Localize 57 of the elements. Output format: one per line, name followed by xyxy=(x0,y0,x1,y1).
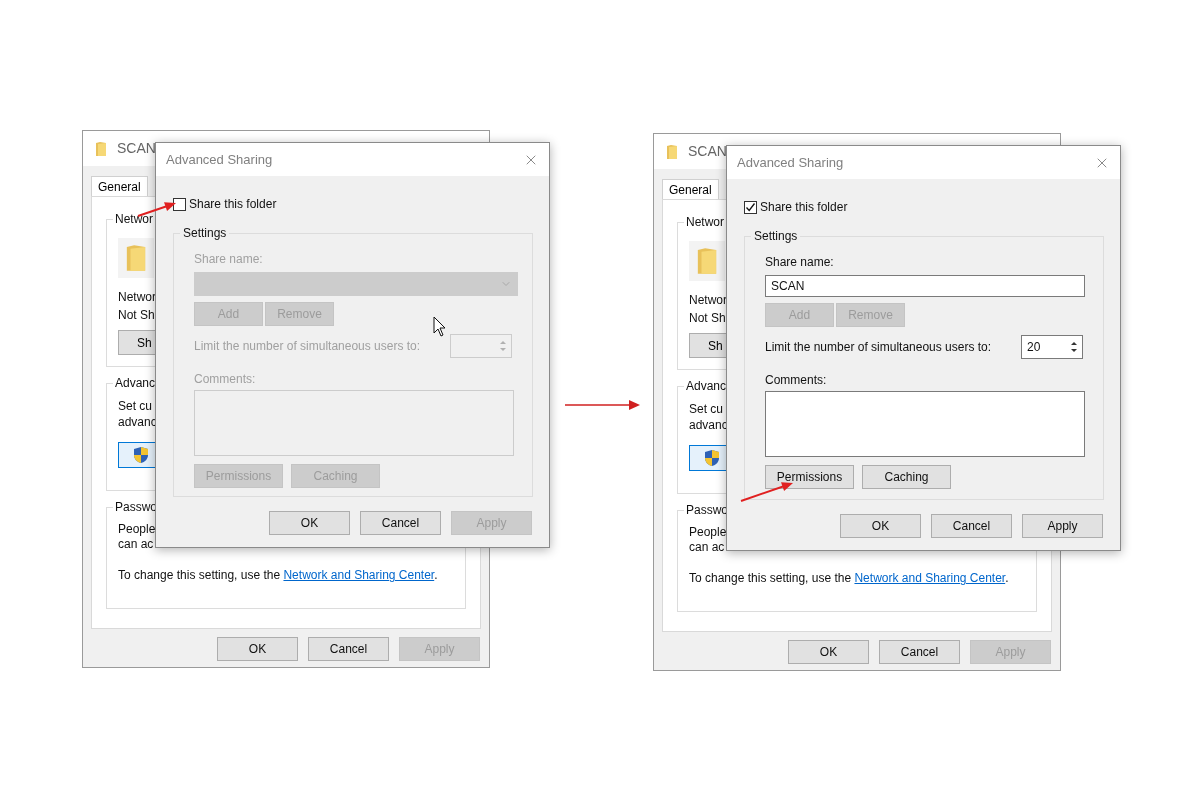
checkbox[interactable] xyxy=(173,197,186,211)
network-sharing-link[interactable]: Network and Sharing Center xyxy=(854,571,1006,585)
tab[interactable]: General xyxy=(662,179,719,199)
shield-icon xyxy=(133,446,149,464)
folder-icon xyxy=(95,140,107,157)
help-sentence: To change this setting, use the Network and Sharing Center. xyxy=(118,567,439,584)
share-name-field[interactable]: SCAN xyxy=(765,275,1085,297)
user-limit-spinner[interactable]: 20 xyxy=(1021,335,1083,359)
checkbox[interactable] xyxy=(744,200,757,214)
folder-icon xyxy=(696,246,718,276)
dialog-button[interactable]: OK xyxy=(840,514,921,538)
description-text: can ac xyxy=(689,540,725,555)
group-legend: Settings xyxy=(180,225,230,241)
network-sharing-link[interactable]: Network and Sharing Center xyxy=(283,568,435,582)
mouse-cursor-icon xyxy=(433,316,447,338)
tab[interactable]: General xyxy=(91,176,148,196)
dialog-button[interactable]: Cancel xyxy=(879,640,960,664)
share-folder-checkbox[interactable]: Share this folder xyxy=(173,195,277,213)
dialog-title: Advanced Sharing xyxy=(166,150,273,169)
comments-label: Comments: xyxy=(194,371,257,388)
folder-icon xyxy=(666,143,678,160)
dialog-title: Advanced Sharing xyxy=(737,153,844,172)
status-text: Networ xyxy=(118,289,156,306)
window-title: SCAN xyxy=(688,142,727,161)
share-name-label: Share name: xyxy=(765,254,835,271)
dialog-button[interactable]: Cancel xyxy=(360,511,441,535)
settings-button[interactable]: Permissions xyxy=(765,465,854,489)
share-folder-checkbox[interactable]: Share this folder xyxy=(744,198,848,216)
description-text: can ac xyxy=(118,537,154,552)
description-text: advanc xyxy=(689,417,728,433)
status-text: Not Sh xyxy=(689,310,726,327)
dialog-button[interactable]: Apply xyxy=(1022,514,1103,538)
limit-label: Limit the number of simultaneous users to: xyxy=(194,338,421,355)
settings-button[interactable]: Caching xyxy=(862,465,951,489)
dialog-button[interactable]: Cancel xyxy=(931,514,1012,538)
description-text: advanc xyxy=(118,414,157,430)
share-name-label: Share name: xyxy=(194,251,264,268)
status-text: Not Sh xyxy=(118,307,155,324)
group-legend: Settings xyxy=(751,228,801,244)
description-text: Set cu xyxy=(689,401,724,417)
description-text: People xyxy=(689,525,727,540)
limit-label: Limit the number of simultaneous users to: xyxy=(765,339,992,356)
comments-field[interactable] xyxy=(765,391,1085,457)
shield-icon xyxy=(704,449,720,467)
folder-icon xyxy=(125,243,147,273)
description-text: Set cu xyxy=(118,398,153,414)
dialog-button[interactable]: OK xyxy=(269,511,350,535)
window-title: SCAN xyxy=(117,139,156,158)
help-sentence: To change this setting, use the Network and Sharing Center. xyxy=(689,570,1010,587)
check-icon xyxy=(745,201,756,213)
dialog-button[interactable]: OK xyxy=(217,637,298,661)
comments-label: Comments: xyxy=(765,372,828,389)
pointer-arrow xyxy=(740,482,793,502)
status-text: Networ xyxy=(689,292,727,309)
dialog-button[interactable]: Cancel xyxy=(308,637,389,661)
description-text: People xyxy=(118,522,156,537)
dialog-button[interactable]: OK xyxy=(788,640,869,664)
